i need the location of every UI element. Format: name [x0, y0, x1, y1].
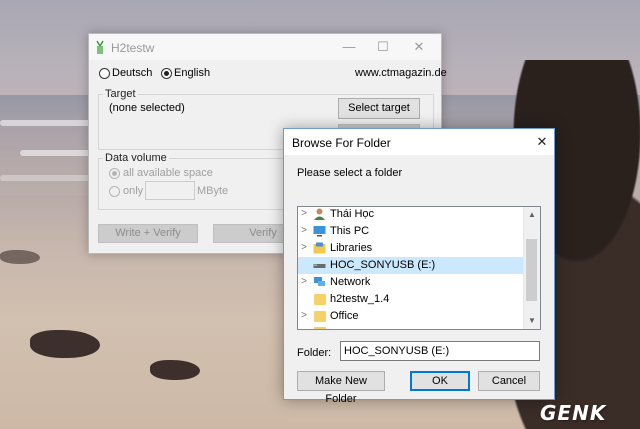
- target-value: (none selected): [109, 102, 185, 114]
- all-space-radio[interactable]: [109, 168, 120, 179]
- folder-icon: [314, 327, 326, 329]
- maximize-icon[interactable]: ☐: [375, 39, 391, 55]
- computer-icon: [313, 226, 326, 237]
- usb-drive-icon: [313, 264, 326, 268]
- tree-item-h2testw[interactable]: h2testw_1.4: [298, 291, 523, 308]
- tree-item-libraries[interactable]: > Libraries: [298, 240, 523, 257]
- deutsch-radio[interactable]: [99, 68, 110, 79]
- h2testw-titlebar[interactable]: H2testw — ☐ ✕: [89, 34, 441, 60]
- scroll-thumb[interactable]: [526, 239, 537, 301]
- tree-item-office[interactable]: > Office: [298, 308, 523, 325]
- tree-item-label: Office: [330, 310, 359, 322]
- chevron-right-icon[interactable]: >: [299, 242, 309, 253]
- make-new-folder-button[interactable]: Make New Folder: [297, 371, 385, 405]
- mbyte-input[interactable]: [145, 181, 195, 200]
- english-label: English: [174, 67, 211, 79]
- folder-tree[interactable]: > Thái Học > This PC > Libraries HOC_SON…: [297, 206, 541, 330]
- ok-button[interactable]: OK: [410, 371, 470, 391]
- browse-titlebar[interactable]: Browse For Folder ✕: [284, 129, 554, 155]
- network-icon: [314, 277, 325, 286]
- select-target-button[interactable]: Select target: [338, 98, 420, 119]
- libraries-icon: [313, 242, 326, 254]
- folder-label: Folder:: [297, 347, 332, 359]
- user-icon: [314, 208, 325, 220]
- close-icon[interactable]: ✕: [411, 39, 427, 55]
- chevron-right-icon[interactable]: >: [299, 208, 309, 219]
- tree-item-label: HOC_SONYUSB (E:): [330, 259, 436, 271]
- scroll-up-icon[interactable]: ▲: [524, 207, 540, 223]
- tree-item-partial[interactable]: [298, 325, 523, 329]
- tree-item-network[interactable]: > Network: [298, 274, 523, 291]
- close-icon[interactable]: ✕: [534, 134, 550, 150]
- tree-item-usb-drive[interactable]: HOC_SONYUSB (E:): [298, 257, 523, 274]
- cancel-button[interactable]: Cancel: [478, 371, 540, 391]
- folder-path-input[interactable]: HOC_SONYUSB (E:): [340, 341, 540, 361]
- english-radio[interactable]: [161, 68, 172, 79]
- genk-watermark-logo: GENK: [540, 401, 607, 425]
- scroll-down-icon[interactable]: ▼: [524, 313, 540, 329]
- only-label: only: [123, 185, 144, 197]
- chevron-right-icon[interactable]: >: [299, 225, 309, 236]
- website-label: www.ctmagazin.de: [355, 67, 447, 79]
- tree-item-label: Network: [330, 276, 371, 288]
- tree-scrollbar[interactable]: ▲ ▼: [523, 207, 540, 329]
- only-radio[interactable]: [109, 186, 120, 197]
- browse-folder-dialog: Browse For Folder ✕ Please select a fold…: [283, 128, 555, 405]
- tree-item-label: Libraries: [330, 242, 373, 254]
- window-title: H2testw: [111, 41, 155, 55]
- tree-item-user[interactable]: > Thái Học: [298, 207, 523, 223]
- h2testw-app-icon: [96, 40, 104, 54]
- data-volume-group-title: Data volume: [103, 152, 169, 164]
- target-group-title: Target: [103, 88, 138, 100]
- write-verify-button[interactable]: Write + Verify: [98, 224, 198, 243]
- chevron-right-icon[interactable]: >: [299, 276, 309, 287]
- browse-title: Browse For Folder: [292, 136, 391, 150]
- folder-icon: [314, 294, 326, 305]
- all-space-label: all available space: [123, 167, 213, 179]
- deutsch-label: Deutsch: [112, 67, 153, 79]
- instruction-text: Please select a folder: [297, 167, 403, 179]
- chevron-right-icon[interactable]: >: [299, 310, 309, 321]
- tree-item-label: Thái Học: [330, 208, 375, 220]
- minimize-icon[interactable]: —: [341, 39, 357, 54]
- mbyte-label: MByte: [197, 185, 229, 197]
- tree-item-label: This PC: [330, 225, 370, 237]
- folder-icon: [314, 311, 326, 322]
- tree-item-this-pc[interactable]: > This PC: [298, 223, 523, 240]
- tree-item-label: h2testw_1.4: [330, 293, 390, 305]
